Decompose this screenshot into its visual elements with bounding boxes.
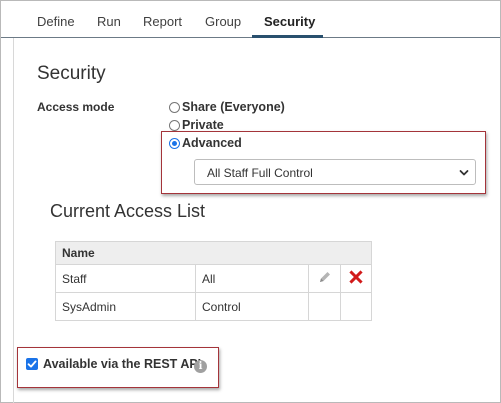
radio-advanced[interactable]: Advanced — [169, 136, 242, 150]
tab-define[interactable]: Define — [37, 14, 75, 29]
access-mode-label: Access mode — [37, 100, 115, 114]
edit-cell — [308, 264, 341, 293]
tab-group[interactable]: Group — [205, 14, 241, 29]
access-list-title: Current Access List — [50, 201, 206, 221]
rest-api-label[interactable]: Available via the REST API — [43, 357, 201, 371]
tab-run[interactable]: Run — [97, 14, 121, 29]
table-row: SysAdmin Control — [55, 292, 372, 321]
row-permission: All — [195, 264, 309, 293]
security-panel: Define Run Report Group Security Securit… — [0, 0, 501, 403]
info-icon[interactable]: i — [194, 360, 207, 373]
row-name: SysAdmin — [55, 292, 196, 321]
pencil-icon[interactable] — [318, 270, 332, 284]
tab-bar: Define Run Report Group Security — [1, 1, 500, 38]
row-permission: Control — [195, 292, 309, 321]
table-row: Staff All — [55, 264, 372, 293]
radio-label: Private — [182, 118, 224, 132]
access-list-table: Name Staff All SysAdmin Control — [55, 241, 372, 321]
radio-private[interactable]: Private — [169, 118, 224, 132]
empty-cell — [308, 292, 341, 321]
radio-label: Share (Everyone) — [182, 100, 285, 114]
chevron-down-icon — [459, 170, 469, 176]
tab-security[interactable]: Security — [264, 14, 315, 29]
advanced-access-select[interactable]: All Staff Full Control — [194, 159, 476, 185]
radio-button[interactable] — [169, 119, 180, 131]
delete-cell — [340, 264, 372, 293]
column-header-name: Name — [55, 241, 372, 265]
tab-report[interactable]: Report — [143, 14, 182, 29]
row-name: Staff — [55, 264, 196, 293]
radio-button[interactable] — [169, 101, 180, 113]
table-header-row: Name — [55, 241, 372, 265]
radio-share-everyone[interactable]: Share (Everyone) — [169, 100, 285, 114]
select-value: All Staff Full Control — [207, 166, 313, 180]
radio-button-selected[interactable] — [169, 137, 180, 149]
rest-api-checkbox[interactable] — [26, 358, 38, 370]
delete-x-icon[interactable] — [349, 270, 363, 284]
checkmark-icon — [27, 360, 37, 368]
radio-label: Advanced — [182, 136, 242, 150]
empty-cell — [340, 292, 372, 321]
section-title: Security — [37, 63, 106, 84]
